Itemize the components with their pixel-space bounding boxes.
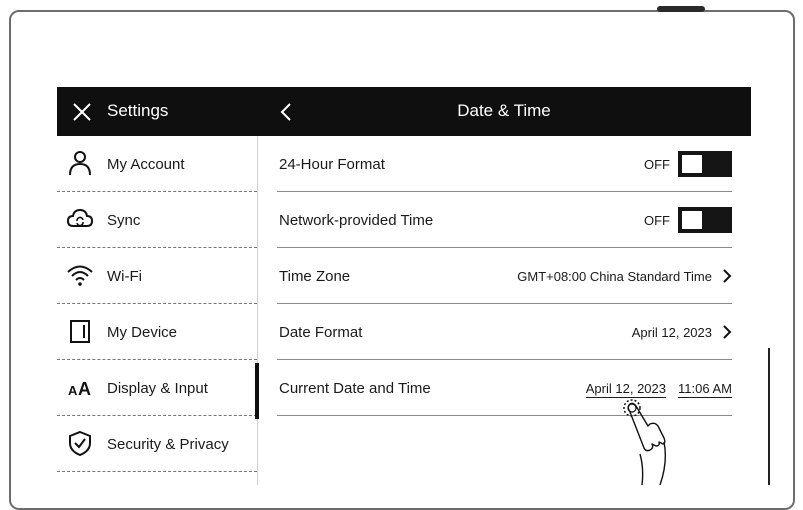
date-format-value: April 12, 2023 bbox=[631, 325, 712, 340]
sidebar-item-wifi[interactable]: Wi-Fi bbox=[57, 248, 257, 304]
back-icon[interactable] bbox=[277, 99, 297, 125]
device-icon bbox=[70, 320, 90, 343]
top-bar: Settings Date & Time bbox=[57, 87, 751, 136]
svg-text:A: A bbox=[78, 379, 91, 399]
wifi-icon bbox=[67, 265, 93, 286]
person-icon bbox=[69, 151, 91, 176]
power-button bbox=[657, 6, 705, 12]
sidebar-item-label: Wi-Fi bbox=[107, 268, 142, 285]
sidebar-item-next bbox=[57, 472, 257, 485]
sidebar-item-label: Security & Privacy bbox=[107, 436, 229, 453]
toggle-network-time[interactable] bbox=[678, 207, 732, 233]
svg-text:A: A bbox=[68, 383, 78, 398]
sidebar-item-label: My Device bbox=[107, 324, 178, 341]
sidebar-item-label: Sync bbox=[107, 212, 141, 229]
setting-label: Current Date and Time bbox=[279, 380, 431, 397]
toggle-knob bbox=[682, 211, 702, 229]
setting-label: Network-provided Time bbox=[279, 212, 434, 229]
text-size-icon: A A bbox=[68, 379, 91, 399]
sidebar-item-display-input[interactable]: A A Display & Input bbox=[57, 360, 257, 416]
sidebar: My Account Sync Wi-Fi My Device A A Disp… bbox=[57, 136, 258, 485]
settings-title: Settings bbox=[107, 101, 169, 120]
main-panel: 24-Hour Format OFF Network-provided Time… bbox=[257, 136, 751, 485]
shield-icon bbox=[69, 430, 91, 456]
toggle-knob bbox=[682, 155, 702, 173]
sidebar-item-my-device[interactable]: My Device bbox=[57, 304, 257, 360]
sidebar-item-sync[interactable]: Sync bbox=[57, 192, 257, 248]
time-zone-value: GMT+08:00 China Standard Time bbox=[517, 269, 712, 284]
setting-row-24-hour[interactable]: 24-Hour Format OFF bbox=[277, 136, 732, 192]
toggle-24-hour[interactable] bbox=[678, 151, 732, 177]
setting-row-network-time[interactable]: Network-provided Time OFF bbox=[277, 192, 732, 248]
toggle-state: OFF bbox=[644, 157, 670, 172]
page-title: Date & Time bbox=[457, 101, 551, 120]
chevron-right-icon bbox=[723, 269, 732, 283]
current-time-link[interactable]: 11:06 AM bbox=[678, 381, 732, 398]
sidebar-item-label: My Account bbox=[107, 156, 185, 173]
toggle-state: OFF bbox=[644, 213, 670, 228]
sidebar-item-my-account[interactable]: My Account bbox=[57, 136, 257, 192]
sidebar-item-label: Display & Input bbox=[107, 380, 208, 397]
setting-row-date-format[interactable]: Date Format April 12, 2023 bbox=[277, 304, 732, 360]
sidebar-item-security-privacy[interactable]: Security & Privacy bbox=[57, 416, 257, 472]
close-icon[interactable] bbox=[69, 99, 95, 125]
cloud-sync-icon bbox=[67, 208, 93, 227]
setting-label: Date Format bbox=[279, 324, 363, 341]
setting-row-time-zone[interactable]: Time Zone GMT+08:00 China Standard Time bbox=[277, 248, 732, 304]
setting-label: 24-Hour Format bbox=[279, 156, 385, 173]
stylus-edge bbox=[768, 348, 770, 485]
tap-hand-icon bbox=[623, 399, 667, 485]
chevron-right-icon bbox=[723, 325, 732, 339]
setting-label: Time Zone bbox=[279, 268, 351, 285]
